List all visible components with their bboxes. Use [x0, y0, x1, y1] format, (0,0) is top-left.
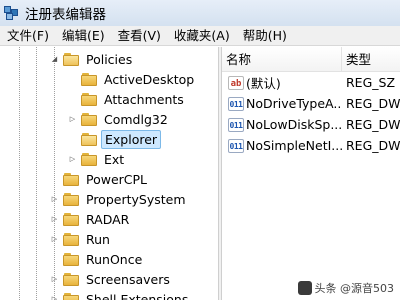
- value-type-cell: REG_DWO: [346, 96, 400, 111]
- title-bar[interactable]: 注册表编辑器: [0, 0, 400, 26]
- tree-node[interactable]: ▷ Screensavers: [50, 269, 173, 289]
- tree-node[interactable]: ▷ Comdlg32: [68, 109, 171, 129]
- tree-node-label[interactable]: Shell Extensions: [83, 291, 191, 300]
- tree-node[interactable]: ▷ PropertySystem: [50, 189, 189, 209]
- tree-node[interactable]: ▷ Run: [50, 229, 113, 249]
- tree-node[interactable]: Explorer: [68, 129, 162, 149]
- tree-node-label-selected[interactable]: Explorer: [101, 129, 162, 149]
- tree-node-label[interactable]: Screensavers: [83, 271, 173, 288]
- folder-icon: [63, 272, 79, 286]
- dword-value-icon: 011: [228, 96, 244, 111]
- tree-node-label[interactable]: Comdlg32: [101, 111, 171, 128]
- menu-help[interactable]: 帮助(H): [236, 26, 293, 46]
- value-name: NoLowDiskSp...: [246, 117, 342, 132]
- tree-node[interactable]: ▷ Shell Extensions: [50, 289, 191, 300]
- tree-node-label[interactable]: RunOnce: [83, 251, 145, 268]
- menu-edit[interactable]: 编辑(E): [55, 26, 111, 46]
- value-type-cell: REG_SZ: [346, 75, 396, 90]
- folder-icon: [81, 152, 97, 166]
- watermark-logo-icon: [297, 281, 312, 295]
- tree-node-label[interactable]: PropertySystem: [83, 191, 189, 208]
- expand-arrow-icon[interactable]: ▷: [68, 115, 77, 124]
- folder-icon: [81, 112, 97, 126]
- value-name: NoSimpleNetI...: [246, 138, 342, 153]
- tree-node[interactable]: ▷ RADAR: [50, 209, 132, 229]
- dword-value-icon: 011: [228, 138, 244, 153]
- column-header-type[interactable]: 类型: [342, 47, 400, 71]
- tree-node-label[interactable]: RADAR: [83, 211, 132, 228]
- expand-arrow-icon[interactable]: ▷: [50, 235, 59, 244]
- window-title: 注册表编辑器: [25, 7, 106, 23]
- tree-node[interactable]: RunOnce: [50, 249, 145, 269]
- tree-node-label[interactable]: ActiveDesktop: [101, 71, 197, 88]
- tree-node-label[interactable]: Policies: [83, 51, 135, 68]
- folder-icon: [63, 252, 79, 266]
- folder-icon: [63, 292, 79, 300]
- value-list[interactable]: 名称 类型 ab (默认) REG_SZ 011 NoDriveTypeA... REG_…: [222, 47, 400, 300]
- folder-icon: [81, 72, 97, 86]
- tree-node-label[interactable]: Run: [83, 231, 113, 248]
- tree-node[interactable]: ActiveDesktop: [68, 69, 197, 89]
- value-name-cell: 011 NoSimpleNetI...: [222, 138, 342, 153]
- value-row[interactable]: ab (默认) REG_SZ: [222, 72, 400, 93]
- string-value-icon: ab: [228, 75, 244, 90]
- menu-file[interactable]: 文件(F): [0, 26, 55, 46]
- expand-arrow-icon[interactable]: ▷: [50, 275, 59, 284]
- folder-icon: [81, 92, 97, 106]
- tree-guide-line: [19, 47, 20, 300]
- folder-icon: [63, 172, 79, 186]
- folder-icon: [63, 212, 79, 226]
- watermark-text: 头条 @源音503: [314, 282, 395, 295]
- value-list-header: 名称 类型: [222, 47, 400, 72]
- expand-arrow-icon[interactable]: ▷: [50, 295, 59, 300]
- value-row[interactable]: 011NoSimpleNetI... REG_DWO: [222, 135, 400, 156]
- value-name-cell: 011 NoDriveTypeA...: [222, 96, 342, 111]
- expand-arrow-icon[interactable]: ▷: [50, 195, 59, 204]
- folder-icon: [63, 192, 79, 206]
- value-name-cell: ab (默认): [222, 73, 342, 92]
- menu-bar: 文件(F) 编辑(E) 查看(V) 收藏夹(A) 帮助(H): [0, 26, 400, 46]
- watermark: 头条 @源音503: [297, 280, 395, 296]
- tree-node[interactable]: Attachments: [68, 89, 187, 109]
- collapse-arrow-icon[interactable]: ◢: [50, 55, 59, 64]
- value-row[interactable]: 011NoLowDiskSp... REG_DWO: [222, 114, 400, 135]
- tree-node-label[interactable]: PowerCPL: [83, 171, 150, 188]
- registry-editor-icon: [3, 5, 19, 21]
- value-row[interactable]: 011NoDriveTypeA... REG_DWO: [222, 93, 400, 114]
- value-name: (默认): [246, 76, 281, 91]
- tree-node[interactable]: ▷ Ext: [68, 149, 127, 169]
- folder-icon: [63, 232, 79, 246]
- value-type-cell: REG_DWO: [346, 117, 400, 132]
- registry-key-tree[interactable]: ◢ Policies ActiveDesktop Attachments ▷ Comdlg…: [0, 47, 218, 300]
- value-name: NoDriveTypeA...: [246, 96, 342, 111]
- dword-value-icon: 011: [228, 117, 244, 132]
- menu-favorites[interactable]: 收藏夹(A): [167, 26, 236, 46]
- tree-node-label[interactable]: Ext: [101, 151, 127, 168]
- tree-guide-line: [36, 47, 37, 300]
- value-type-cell: REG_DWO: [346, 138, 400, 153]
- folder-icon: [63, 52, 79, 66]
- expand-arrow-icon[interactable]: ▷: [68, 155, 77, 164]
- value-name-cell: 011 NoLowDiskSp...: [222, 117, 342, 132]
- tree-node[interactable]: PowerCPL: [50, 169, 150, 189]
- folder-icon: [81, 132, 97, 146]
- tree-node[interactable]: ◢ Policies: [50, 49, 135, 69]
- column-header-name[interactable]: 名称: [222, 47, 342, 71]
- menu-view[interactable]: 查看(V): [111, 26, 167, 46]
- expand-arrow-icon[interactable]: ▷: [50, 215, 59, 224]
- tree-node-label[interactable]: Attachments: [101, 91, 187, 108]
